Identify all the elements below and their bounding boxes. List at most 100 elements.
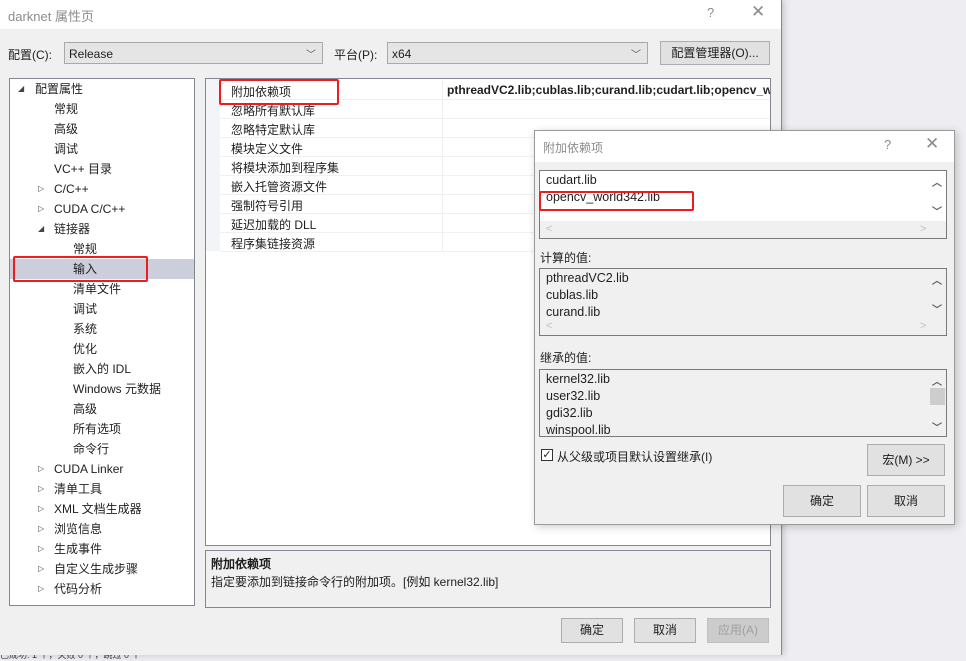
tree-item-label: Windows 元数据 [73,382,162,396]
status-fragment: 已成功: 1 个，失败 0 个，跳过 0 个 [0,655,260,661]
scroll-up-icon[interactable]: ︿ [932,174,942,189]
property-name: 程序集链接资源 [231,237,316,251]
scroll-down-icon[interactable]: ﹀ [932,419,942,434]
tree-item[interactable]: VC++ 目录 [10,159,194,179]
list-item: gdi32.lib [546,406,593,420]
tree-item[interactable]: Windows 元数据 [10,379,194,399]
close-icon[interactable]: ✕ [925,134,939,154]
list-item: pthreadVC2.lib [546,271,629,285]
scroll-right-icon[interactable]: > [920,223,926,235]
property-value-cell[interactable]: pthreadVC2.lib;cublas.lib;curand.lib;cud… [442,81,770,99]
expanded-triangle-icon[interactable]: ◢ [38,219,44,239]
collapsed-triangle-icon[interactable]: ▷ [38,479,44,499]
dialog-ok-button[interactable]: 确定 [783,485,861,517]
expanded-triangle-icon[interactable]: ◢ [18,79,24,99]
inherit-checkbox-label[interactable]: 从父级或项目默认设置继承(I) [557,448,712,465]
collapsed-triangle-icon[interactable]: ▷ [38,499,44,519]
tree-item[interactable]: 系统 [10,319,194,339]
close-icon[interactable]: ✕ [751,2,765,22]
tree-item[interactable]: 常规 [10,99,194,119]
vertical-scrollbar[interactable]: ︿ ﹀ [928,370,946,436]
tree-item[interactable]: 调试 [10,299,194,319]
grid-gutter [206,79,220,251]
collapsed-triangle-icon[interactable]: ▷ [38,559,44,579]
tree-item[interactable]: ▷ C/C++ [10,179,194,199]
tree-item[interactable]: ▷ 清单工具 [10,479,194,499]
property-name: 忽略所有默认库 [231,104,316,118]
tree-item-label: 高级 [54,122,79,136]
tree-item[interactable]: ◢ 配置属性 [10,79,194,99]
platform-value: x64 [392,47,412,61]
tree-item-label: 常规 [54,102,79,116]
macros-button[interactable]: 宏(M) >> [867,444,945,476]
scroll-thumb[interactable] [930,388,945,405]
chevron-down-icon: ﹀ [306,50,316,61]
property-tree[interactable]: ◢ 配置属性 常规 高级 调试 VC++ 目录 ▷ C/C++ ▷ CUDA C/C++ ◢ 链接器常… [9,78,195,606]
collapsed-triangle-icon[interactable]: ▷ [38,539,44,559]
tree-item[interactable]: 所有选项 [10,419,194,439]
inherit-checkbox[interactable]: ✓ [541,449,553,461]
computed-values-list[interactable]: ︿ ﹀ < > pthreadVC2.lib cublas.lib curand.l… [539,268,947,336]
config-dropdown[interactable]: Release ﹀ [64,42,323,64]
tree-item-label: 系统 [73,322,98,336]
tree-item-label: 调试 [54,142,79,156]
tree-item[interactable]: ◢ 链接器 [10,219,194,239]
tree-item[interactable]: 高级 [10,119,194,139]
collapsed-triangle-icon[interactable]: ▷ [38,459,44,479]
dependencies-edit-box[interactable]: ︿ ﹀ < > cudart.lib opencv_world342.lib [539,170,947,239]
tree-item[interactable]: ▷ 自定义生成步骤 [10,559,194,579]
property-row[interactable]: 附加依赖项 pthreadVC2.lib;cublas.lib;curand.li… [220,81,770,100]
property-value-cell[interactable] [442,100,770,118]
scroll-up-icon[interactable]: ︿ [932,373,942,388]
tree-item[interactable]: ▷ CUDA C/C++ [10,199,194,219]
tree-item[interactable]: 常规 [10,239,194,259]
collapsed-triangle-icon[interactable]: ▷ [38,199,44,219]
description-panel: 附加依赖项 指定要添加到链接命令行的附加项。[例如 kernel32.lib] [205,550,771,608]
tree-item[interactable]: ▷ 浏览信息 [10,519,194,539]
dialog-cancel-button[interactable]: 取消 [867,485,945,517]
scroll-down-icon[interactable]: ﹀ [932,301,942,316]
tree-item-label: 调试 [73,302,98,316]
horizontal-scrollbar[interactable]: < > [540,319,946,335]
tree-item[interactable]: 清单文件 [10,279,194,299]
collapsed-triangle-icon[interactable]: ▷ [38,579,44,599]
tree-item[interactable]: ▷ CUDA Linker [10,459,194,479]
tree-item[interactable]: 嵌入的 IDL [10,359,194,379]
tree-item[interactable]: 输入 [10,259,194,279]
platform-dropdown[interactable]: x64 ﹀ [387,42,648,64]
collapsed-triangle-icon[interactable]: ▷ [38,179,44,199]
apply-button[interactable]: 应用(A) [707,618,769,643]
tree-item[interactable]: 高级 [10,399,194,419]
tree-item-label: VC++ 目录 [54,162,113,176]
cancel-button[interactable]: 取消 [634,618,696,643]
tree-item[interactable]: ▷ 生成事件 [10,539,194,559]
tree-item-label: 浏览信息 [54,522,103,536]
list-item: opencv_world342.lib [546,190,660,204]
tree-item[interactable]: ▷ 代码分析 [10,579,194,599]
help-icon[interactable]: ? [884,137,891,152]
scroll-left-icon[interactable]: < [546,223,552,235]
inherited-values-list[interactable]: ︿ ﹀ kernel32.lib user32.lib gdi32.lib winsp… [539,369,947,437]
vertical-scrollbar[interactable]: ︿ ﹀ [928,171,946,221]
collapsed-triangle-icon[interactable]: ▷ [38,519,44,539]
tree-item[interactable]: 调试 [10,139,194,159]
tree-item-label: 命令行 [73,442,110,456]
tree-item[interactable]: 命令行 [10,439,194,459]
vertical-scrollbar[interactable]: ︿ ﹀ [928,269,946,319]
list-item: kernel32.lib [546,372,610,386]
scroll-right-icon[interactable]: > [920,320,926,332]
help-icon[interactable]: ? [707,5,714,20]
tree-item-label: 常规 [73,242,98,256]
ok-button[interactable]: 确定 [561,618,623,643]
tree-item-label: 生成事件 [54,542,103,556]
config-manager-button[interactable]: 配置管理器(O)... [660,41,770,65]
horizontal-scrollbar[interactable]: < > [540,221,946,238]
scroll-down-icon[interactable]: ﹀ [932,203,942,218]
additional-dependencies-dialog: 附加依赖项 ? ✕ ︿ ﹀ < > cudart.lib opencv_world… [534,130,955,525]
property-row[interactable]: 忽略所有默认库 [220,100,770,119]
scroll-left-icon[interactable]: < [546,320,552,332]
scroll-up-icon[interactable]: ︿ [932,272,942,287]
tree-item-label: 嵌入的 IDL [73,362,132,376]
tree-item[interactable]: ▷ XML 文档生成器 [10,499,194,519]
tree-item[interactable]: 优化 [10,339,194,359]
